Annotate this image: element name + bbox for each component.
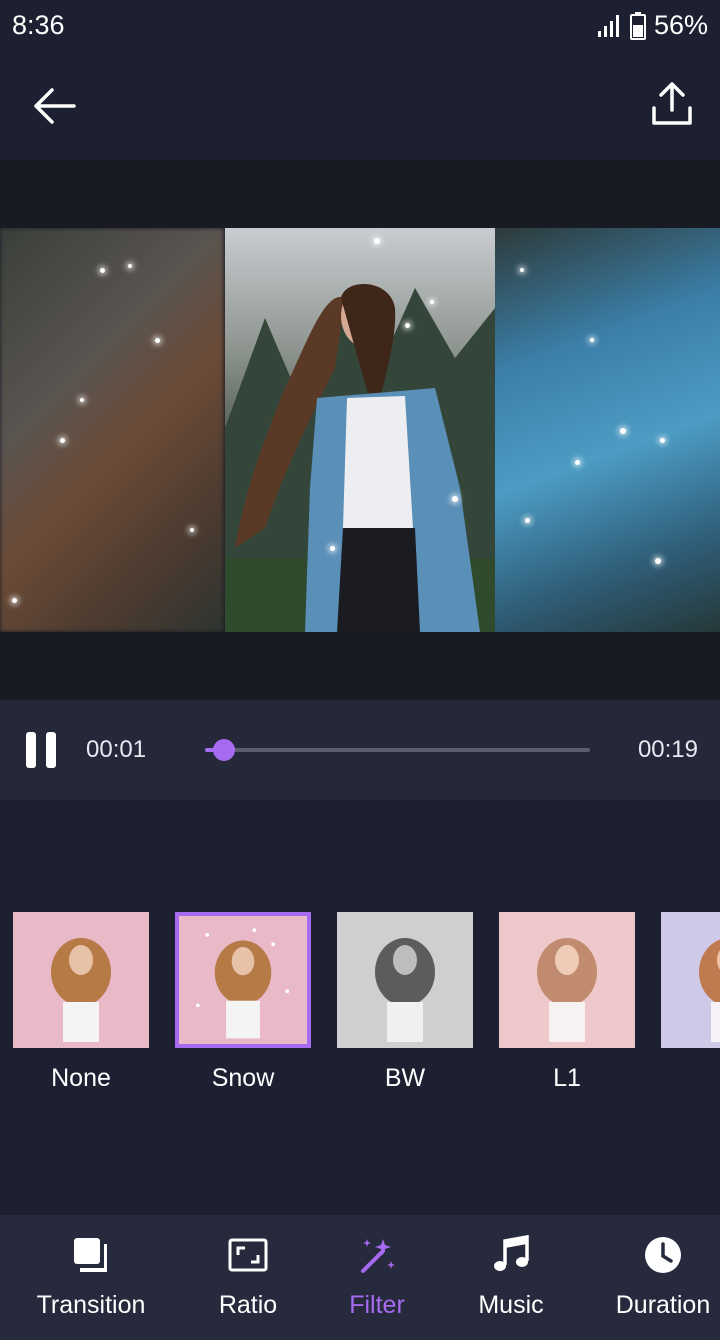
snow-particle — [620, 428, 626, 434]
filter-label: L1 — [553, 1064, 581, 1092]
battery-icon — [629, 11, 646, 40]
nav-music[interactable]: Music — [461, 1215, 561, 1340]
filter-label: Snow — [211, 1064, 275, 1092]
snow-particle — [660, 438, 665, 443]
snow-particle — [575, 460, 580, 465]
snow-particle — [128, 264, 132, 268]
snow-particle — [405, 323, 410, 328]
snow-particle — [100, 268, 105, 273]
bottom-nav: Transition Ratio Filter Music Duration — [0, 1215, 720, 1340]
snow-particle — [590, 338, 594, 342]
aspect-ratio-icon — [228, 1238, 268, 1272]
snow-particle — [525, 518, 530, 523]
snow-particle — [452, 496, 458, 502]
magic-wand-icon — [361, 1239, 395, 1273]
total-time: 00:19 — [637, 736, 698, 763]
nav-ratio[interactable]: Ratio — [198, 1215, 298, 1340]
status-bar: 8:36 56% — [0, 0, 720, 52]
snow-particle — [655, 558, 661, 564]
preview-strip — [0, 228, 720, 632]
battery-percent: 56% — [653, 10, 708, 40]
video-preview[interactable] — [0, 160, 720, 700]
filter-thumbnail — [661, 912, 720, 1048]
nav-transition[interactable]: Transition — [37, 1215, 145, 1340]
nav-duration[interactable]: Duration — [613, 1215, 713, 1340]
snow-particle — [374, 238, 380, 244]
snow-particle — [430, 300, 434, 304]
filter-label: None — [51, 1064, 111, 1092]
filter-list: None Snow BW L1 L — [0, 912, 720, 1102]
snow-particle — [12, 598, 17, 603]
preview-frame-previous — [0, 228, 224, 632]
filter-label: L — [641, 1064, 720, 1093]
pause-icon — [26, 732, 36, 768]
filter-thumbnail — [337, 912, 473, 1048]
pause-button[interactable] — [26, 732, 56, 768]
nav-label: Duration — [615, 1291, 711, 1319]
filter-thumbnail — [175, 912, 311, 1048]
status-icons: 56% — [596, 10, 708, 41]
pause-icon — [46, 732, 56, 768]
woman-photo — [225, 284, 495, 632]
app-bar — [0, 52, 720, 160]
seek-thumb[interactable] — [213, 739, 236, 761]
share-button[interactable] — [650, 80, 694, 128]
clock-icon — [645, 1237, 681, 1273]
nav-filter[interactable]: Filter — [327, 1215, 427, 1340]
playback-controls: 00:01 00:19 — [0, 700, 720, 800]
filter-thumbnail — [499, 912, 635, 1048]
signal-icon — [597, 14, 619, 37]
snow-particle — [60, 438, 65, 443]
snow-particle — [80, 398, 84, 402]
music-note-icon — [494, 1235, 529, 1271]
current-time: 00:01 — [86, 736, 147, 763]
snow-particle — [520, 268, 524, 272]
filter-thumbnail — [13, 912, 149, 1048]
share-upload-icon — [652, 82, 692, 125]
layers-icon — [74, 1238, 107, 1272]
snow-particle — [190, 528, 194, 532]
snow-particle — [155, 338, 160, 343]
back-arrow-icon — [34, 88, 76, 124]
filter-label: BW — [384, 1064, 426, 1092]
preview-frame-next — [495, 228, 720, 632]
seek-bar[interactable] — [205, 739, 590, 761]
snow-particle — [330, 546, 335, 551]
preview-frame-current — [225, 228, 495, 632]
back-button[interactable] — [30, 84, 80, 128]
status-time: 8:36 — [12, 10, 65, 40]
